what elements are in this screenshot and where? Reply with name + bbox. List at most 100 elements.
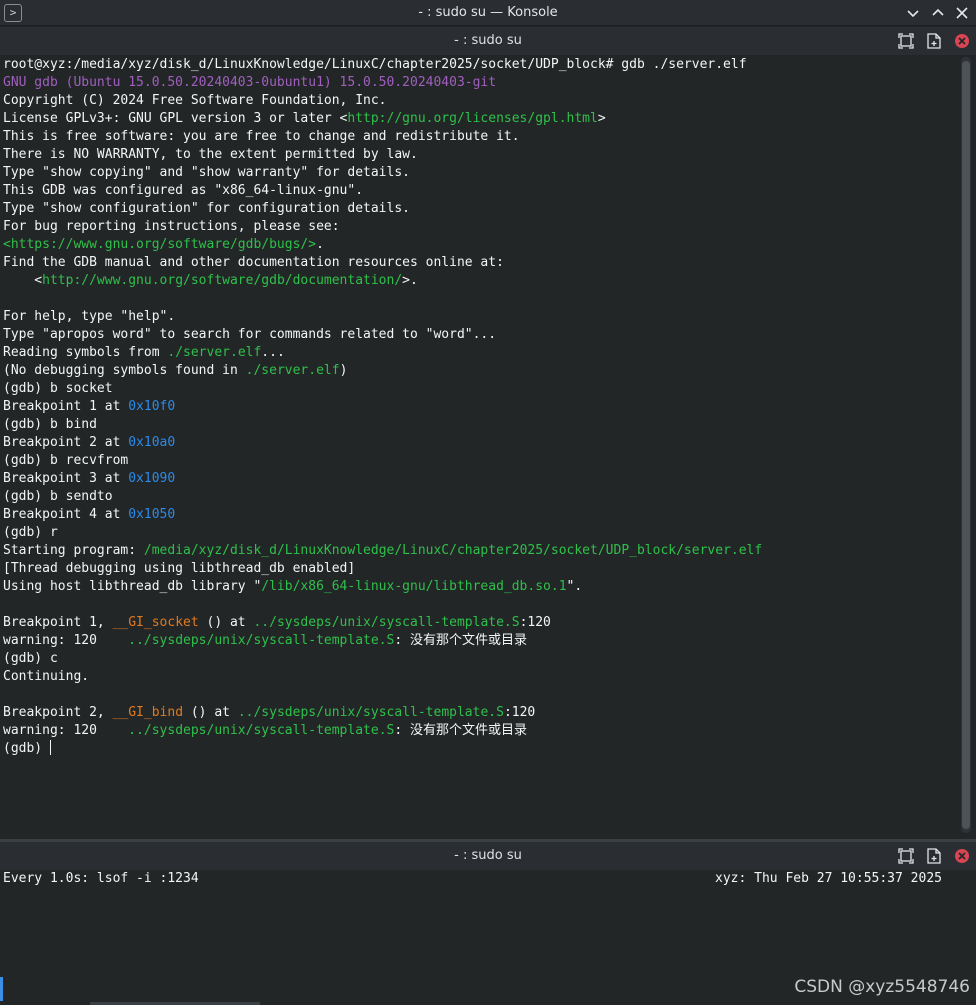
terminal-text: ... [261,345,285,360]
terminal-text: http://www.gnu.org/software/gdb/document… [42,273,403,288]
top-pane-split-button[interactable] [925,32,943,50]
terminal-text: For help, type "help". [3,309,176,324]
terminal-text: Type "show copying" and "show warranty" … [3,165,410,180]
terminal-line: Breakpoint 2 at 0x10a0 [3,434,958,452]
terminal-line: (gdb) b sendto [3,488,958,506]
top-pane-maximize-button[interactable] [897,32,915,50]
terminal-text: ../sysdeps/unix/syscall-template.S [253,615,520,630]
window-titlebar: > - : sudo su — Konsole [0,0,976,26]
terminal-text: Using host libthread_db library " [3,579,262,594]
terminal-text: >. [402,273,418,288]
terminal-text: root@xyz:/media/xyz/disk_d/LinuxKnowledg… [3,57,747,72]
terminal-text: < [3,273,43,288]
terminal-text: __GI_socket [112,615,199,630]
terminal-text: License GPLv3+: GNU GPL version 3 or lat… [3,111,348,126]
terminal-line: (gdb) [3,740,958,758]
terminal-text: ./server.elf [167,345,262,360]
terminal-line: Starting program: /media/xyz/disk_d/Linu… [3,542,958,560]
terminal-text: Breakpoint 1 at [3,399,129,414]
top-terminal[interactable]: root@xyz:/media/xyz/disk_d/LinuxKnowledg… [0,55,960,839]
scrollbar-thumb[interactable] [962,61,970,829]
terminal-text: Type "show configuration" for configurat… [3,201,410,216]
watch-status: xyz: Thu Feb 27 10:55:37 2025 [715,871,942,886]
bottom-pane-split-button[interactable] [925,847,943,865]
terminal-text: (gdb) b recvfrom [3,453,129,468]
bottom-pane-maximize-button[interactable] [897,847,915,865]
terminal-line: Type "show configuration" for configurat… [3,200,958,218]
terminal-line: <http://www.gnu.org/software/gdb/documen… [3,272,958,290]
terminal-line: Using host libthread_db library "/lib/x8… [3,578,958,596]
terminal-text: ../sysdeps/unix/syscall-template.S [237,705,504,720]
bottom-pane-close-button[interactable] [953,847,971,865]
terminal-line: Breakpoint 1, __GI_socket () at ../sysde… [3,614,958,632]
terminal-text: Breakpoint 3 at [3,471,129,486]
top-pane-close-button[interactable] [953,32,971,50]
terminal-text: (gdb) b sendto [3,489,113,504]
terminal-text: Breakpoint 2, [3,705,113,720]
terminal-text: 0x1050 [128,507,176,522]
terminal-text: __GI_bind [112,705,184,720]
terminal-text: ". [566,579,583,594]
window-title: - : sudo su — Konsole [418,5,558,20]
terminal-line: warning: 120 ../sysdeps/unix/syscall-tem… [3,632,958,650]
maximize-pane-icon [898,848,914,864]
terminal-text: () at [198,615,254,630]
terminal-text: Continuing. [3,669,90,684]
terminal-line: This GDB was configured as "x86_64-linux… [3,182,958,200]
terminal-text: warning: 120 [3,633,129,648]
terminal-text: > [597,111,606,126]
terminal-text: ./server.elf [245,363,340,378]
terminal-text: Find the GDB manual and other documentat… [3,255,504,270]
terminal-text: Breakpoint 4 at [3,507,129,522]
minimize-button[interactable] [903,3,923,23]
minimize-icon [907,10,919,18]
terminal-line: Type "apropos word" to search for comman… [3,326,958,344]
terminal-text: For bug reporting instructions, please s… [3,219,340,234]
terminal-text: /media/xyz/disk_d/LinuxKnowledge/LinuxC/… [143,543,763,558]
terminal-text: Breakpoint 1, [3,615,113,630]
terminal-text: (gdb) [3,741,50,756]
terminal-text: Breakpoint 2 at [3,435,129,450]
terminal-text: <https://www.gnu.org/software/gdb/bugs/> [3,237,317,252]
split-pane-icon [927,848,941,864]
terminal-line: warning: 120 ../sysdeps/unix/syscall-tem… [3,722,958,740]
terminal-text: Type "apropos word" to search for comman… [3,327,497,342]
terminal-text: This GDB was configured as "x86_64-linux… [3,183,364,198]
terminal-text: ) [339,363,348,378]
terminal-line: GNU gdb (Ubuntu 15.0.50.20240403-0ubuntu… [3,74,958,92]
terminal-line: (gdb) r [3,524,958,542]
terminal-line: Breakpoint 1 at 0x10f0 [3,398,958,416]
terminal-line: Continuing. [3,668,958,686]
maximize-button[interactable] [928,3,948,23]
terminal-text: (No debugging symbols found in [3,363,246,378]
terminal-line: root@xyz:/media/xyz/disk_d/LinuxKnowledg… [3,56,958,74]
terminal-line: Reading symbols from ./server.elf... [3,344,958,362]
terminal-text: 0x1090 [128,471,176,486]
maximize-icon [932,8,944,16]
text-cursor [49,740,51,755]
close-button[interactable] [952,3,972,23]
terminal-line: Breakpoint 3 at 0x1090 [3,470,958,488]
terminal-line: For bug reporting instructions, please s… [3,218,958,236]
terminal-line: (No debugging symbols found in ./server.… [3,362,958,380]
terminal-line: There is NO WARRANTY, to the extent perm… [3,146,958,164]
terminal-line: <https://www.gnu.org/software/gdb/bugs/>… [3,236,958,254]
terminal-line: License GPLv3+: GNU GPL version 3 or lat… [3,110,958,128]
terminal-text: http://gnu.org/licenses/gpl.html [347,111,598,126]
terminal-text: There is NO WARRANTY, to the extent perm… [3,147,418,162]
terminal-line: [Thread debugging using libthread_db ena… [3,560,958,578]
terminal-line: This is free software: you are free to c… [3,128,958,146]
maximize-pane-icon [898,33,914,49]
top-terminal-scrollbar[interactable] [961,57,971,833]
terminal-text: (gdb) b socket [3,381,113,396]
close-pane-icon [955,849,969,863]
terminal-text: :120 [519,615,551,630]
bottom-pane-header: - : sudo su [0,842,976,870]
terminal-text: 0x10f0 [128,399,176,414]
terminal-line: (gdb) b socket [3,380,958,398]
terminal-line: (gdb) c [3,650,958,668]
terminal-line: Copyright (C) 2024 Free Software Foundat… [3,92,958,110]
terminal-text: :120 [503,705,536,720]
terminal-line: Find the GDB manual and other documentat… [3,254,958,272]
